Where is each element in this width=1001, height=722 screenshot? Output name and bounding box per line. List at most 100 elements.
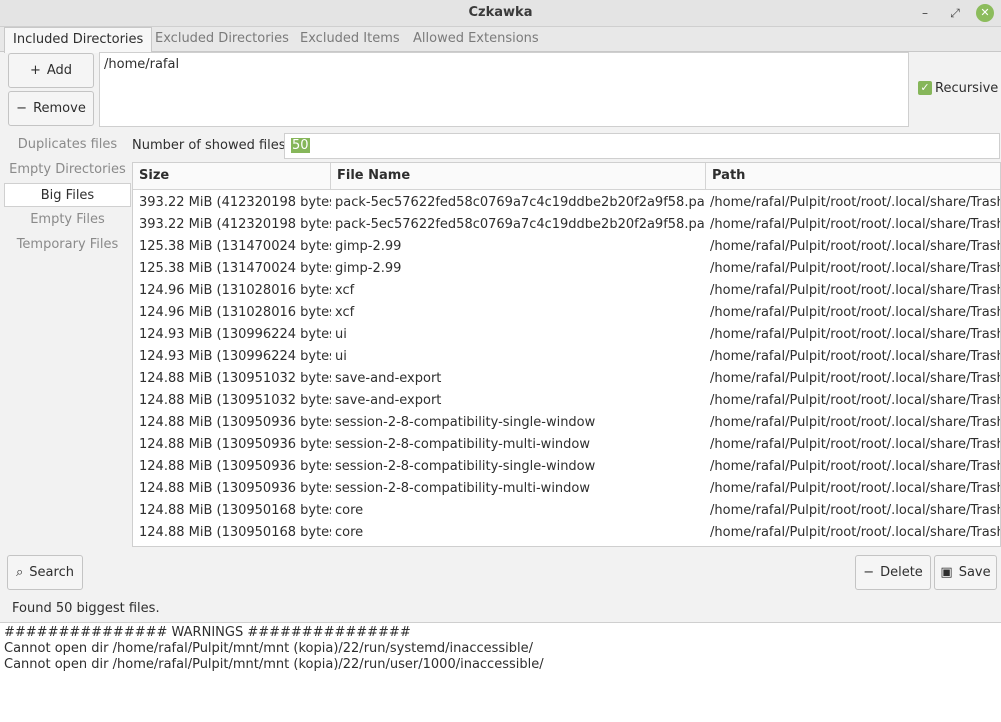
column-header-path[interactable]: Path [706, 163, 1000, 189]
minus-icon: − [863, 565, 875, 580]
size-cell: 124.88 MiB (130950936 bytes) [139, 415, 331, 430]
table-row[interactable]: 124.88 MiB (130951032 bytes) save-and-exp… [133, 390, 1001, 412]
size-cell: 124.88 MiB (130950936 bytes) [139, 481, 331, 496]
number-files-label: Number of showed files [132, 138, 286, 153]
file-name-cell: session-2-8-compatibility-multi-window [335, 481, 591, 496]
file-name-cell: session-2-8-compatibility-multi-window [335, 437, 591, 452]
path-cell: /home/rafal/Pulpit/root/root/.local/shar… [710, 327, 1001, 342]
log-line: ############### WARNINGS ############### [4, 625, 411, 640]
table-row[interactable]: 124.88 MiB (130950168 bytes) core/home/ra… [133, 522, 1001, 544]
log-line: Cannot open dir /home/rafal/Pulpit/mnt/m… [4, 641, 534, 656]
tab-included-directories[interactable]: Included Directories [4, 27, 153, 53]
file-name-cell: gimp-2.99 [335, 239, 402, 254]
file-name-cell: pack-5ec57622fed58c0769a7c4c19ddbe2b20f2… [335, 195, 705, 210]
path-cell: /home/rafal/Pulpit/root/root/.local/shar… [710, 503, 1001, 518]
file-name-cell: pack-5ec57622fed58c0769a7c4c19ddbe2b20f2… [335, 217, 705, 232]
app-window: Czkawka – ⤢ ✕ Included Directories Exclu… [0, 0, 1001, 722]
sidebar-item-empty-directories[interactable]: Empty Directories [4, 158, 131, 182]
file-name-cell: session-2-8-compatibility-single-window [335, 415, 596, 430]
sidebar-item-empty-files[interactable]: Empty Files [4, 208, 131, 232]
file-name-cell: ui [335, 327, 347, 342]
column-header-file-name[interactable]: File Name [331, 163, 706, 189]
sidebar-item-big-files[interactable]: Big Files [4, 183, 131, 207]
size-cell: 124.88 MiB (130951032 bytes) [139, 393, 331, 408]
size-cell: 124.96 MiB (131028016 bytes) [139, 283, 331, 298]
table-row[interactable]: 124.88 MiB (130951032 bytes) save-and-exp… [133, 368, 1001, 390]
delete-button-label: Delete [880, 565, 923, 580]
path-cell: /home/rafal/Pulpit/root/root/.local/shar… [710, 393, 1001, 408]
table-row[interactable]: 124.96 MiB (131028016 bytes) xcf/home/raf… [133, 280, 1001, 302]
column-header-size[interactable]: Size [133, 163, 331, 189]
results-table[interactable]: Size File Name Path 393.22 MiB (41232019… [132, 162, 1001, 547]
path-cell: /home/rafal/Pulpit/root/root/.local/shar… [710, 371, 1001, 386]
search-icon: ⌕ [16, 565, 24, 580]
file-name-cell: xcf [335, 283, 355, 298]
size-cell: 125.38 MiB (131470024 bytes) [139, 239, 331, 254]
table-row[interactable]: 393.22 MiB (412320198 bytes) pack-5ec5762… [133, 192, 1001, 214]
path-cell: /home/rafal/Pulpit/root/root/.local/shar… [710, 195, 1001, 210]
status-text: Found 50 biggest files. [12, 601, 160, 616]
delete-button[interactable]: − Delete [855, 555, 931, 590]
table-row[interactable]: 124.88 MiB (130950936 bytes) session-2-8-… [133, 412, 1000, 434]
number-files-input[interactable]: 50 [284, 133, 1000, 159]
table-row[interactable]: 125.38 MiB (131470024 bytes) gimp-2.99/ho… [133, 236, 1000, 258]
tab-allowed-extensions[interactable]: Allowed Extensions [405, 27, 547, 51]
path-cell: /home/rafal/Pulpit/root/root/.local/shar… [710, 349, 1001, 364]
size-cell: 124.88 MiB (130950936 bytes) [139, 437, 331, 452]
log-line: Cannot open dir /home/rafal/Pulpit/mnt/m… [4, 657, 544, 672]
included-directories-list[interactable]: /home/rafal [99, 52, 909, 127]
size-cell: 125.38 MiB (131470024 bytes) [139, 261, 331, 276]
close-icon[interactable]: ✕ [976, 4, 994, 22]
minimize-icon[interactable]: – [916, 4, 934, 22]
plus-icon: + [29, 63, 41, 78]
table-row[interactable]: 124.88 MiB (130950936 bytes) session-2-8-… [133, 434, 1001, 456]
log-output[interactable]: ############### WARNINGS ###############… [0, 622, 1001, 722]
title-bar: Czkawka – ⤢ ✕ [0, 0, 1001, 27]
save-button[interactable]: ▣ Save [934, 555, 997, 590]
add-button[interactable]: + Add [8, 53, 94, 88]
table-row[interactable]: 124.93 MiB (130996224 bytes) ui/home/rafa… [133, 346, 1001, 368]
table-row[interactable]: 124.88 MiB (130950936 bytes) session-2-8-… [133, 478, 1001, 500]
save-button-label: Save [958, 565, 991, 580]
file-name-cell: core [335, 525, 364, 540]
table-row[interactable]: 393.22 MiB (412320198 bytes) pack-5ec5762… [133, 214, 1001, 236]
file-name-cell: session-2-8-compatibility-single-window [335, 459, 596, 474]
file-name-cell: ui [335, 349, 347, 364]
path-cell: /home/rafal/Pulpit/root/root/.local/shar… [710, 459, 1001, 474]
sidebar-item-duplicates-files[interactable]: Duplicates files [4, 133, 131, 157]
tab-excluded-items[interactable]: Excluded Items [292, 27, 408, 51]
remove-button[interactable]: − Remove [8, 91, 94, 126]
path-cell: /home/rafal/Pulpit/root/root/.local/shar… [710, 481, 1001, 496]
window-title: Czkawka [468, 5, 533, 20]
minus-icon: − [16, 101, 28, 116]
table-row[interactable]: 124.88 MiB (130950168 bytes) core/home/ra… [133, 500, 1001, 522]
number-files-value: 50 [291, 138, 310, 153]
path-cell: /home/rafal/Pulpit/root/root/.local/shar… [710, 305, 1001, 320]
table-row[interactable]: 124.96 MiB (131028016 bytes) xcf/home/raf… [133, 302, 1001, 324]
maximize-icon[interactable]: ⤢ [946, 4, 964, 22]
tab-excluded-directories[interactable]: Excluded Directories [147, 27, 297, 51]
file-name-cell: save-and-export [335, 371, 442, 386]
file-name-cell: save-and-export [335, 393, 442, 408]
table-row[interactable]: 124.93 MiB (130996224 bytes) ui/home/rafa… [133, 324, 1001, 346]
directory-entry[interactable]: /home/rafal [104, 57, 904, 72]
recursive-checkbox[interactable]: ✓ [918, 81, 932, 95]
size-cell: 393.22 MiB (412320198 bytes) [139, 195, 331, 210]
sidebar-item-temporary-files[interactable]: Temporary Files [4, 233, 131, 257]
size-cell: 393.22 MiB (412320198 bytes) [139, 217, 331, 232]
table-row[interactable]: 124.88 MiB (130950936 bytes) session-2-8-… [133, 456, 1001, 478]
path-cell: /home/rafal/Pulpit/root/root/.local/shar… [710, 437, 1001, 452]
recursive-label: Recursive [935, 81, 999, 96]
file-name-cell: xcf [335, 305, 355, 320]
path-cell: /home/rafal/Pulpit/root/root/.local/shar… [710, 525, 1001, 540]
search-button-label: Search [29, 565, 74, 580]
tab-bar: Included Directories Excluded Directorie… [0, 27, 1001, 53]
size-cell: 124.88 MiB (130950936 bytes) [139, 459, 331, 474]
floppy-disk-icon: ▣ [940, 565, 953, 580]
path-cell: /home/rafal/Pulpit/root/root/.local/shar… [710, 283, 1001, 298]
file-name-cell: core [335, 503, 364, 518]
path-cell: /home/rafal/Pulpit/root/root/.local/shar… [710, 217, 1001, 232]
search-button[interactable]: ⌕ Search [7, 555, 83, 590]
table-row[interactable]: 125.38 MiB (131470024 bytes) gimp-2.99/ho… [133, 258, 1000, 280]
file-name-cell: gimp-2.99 [335, 261, 402, 276]
